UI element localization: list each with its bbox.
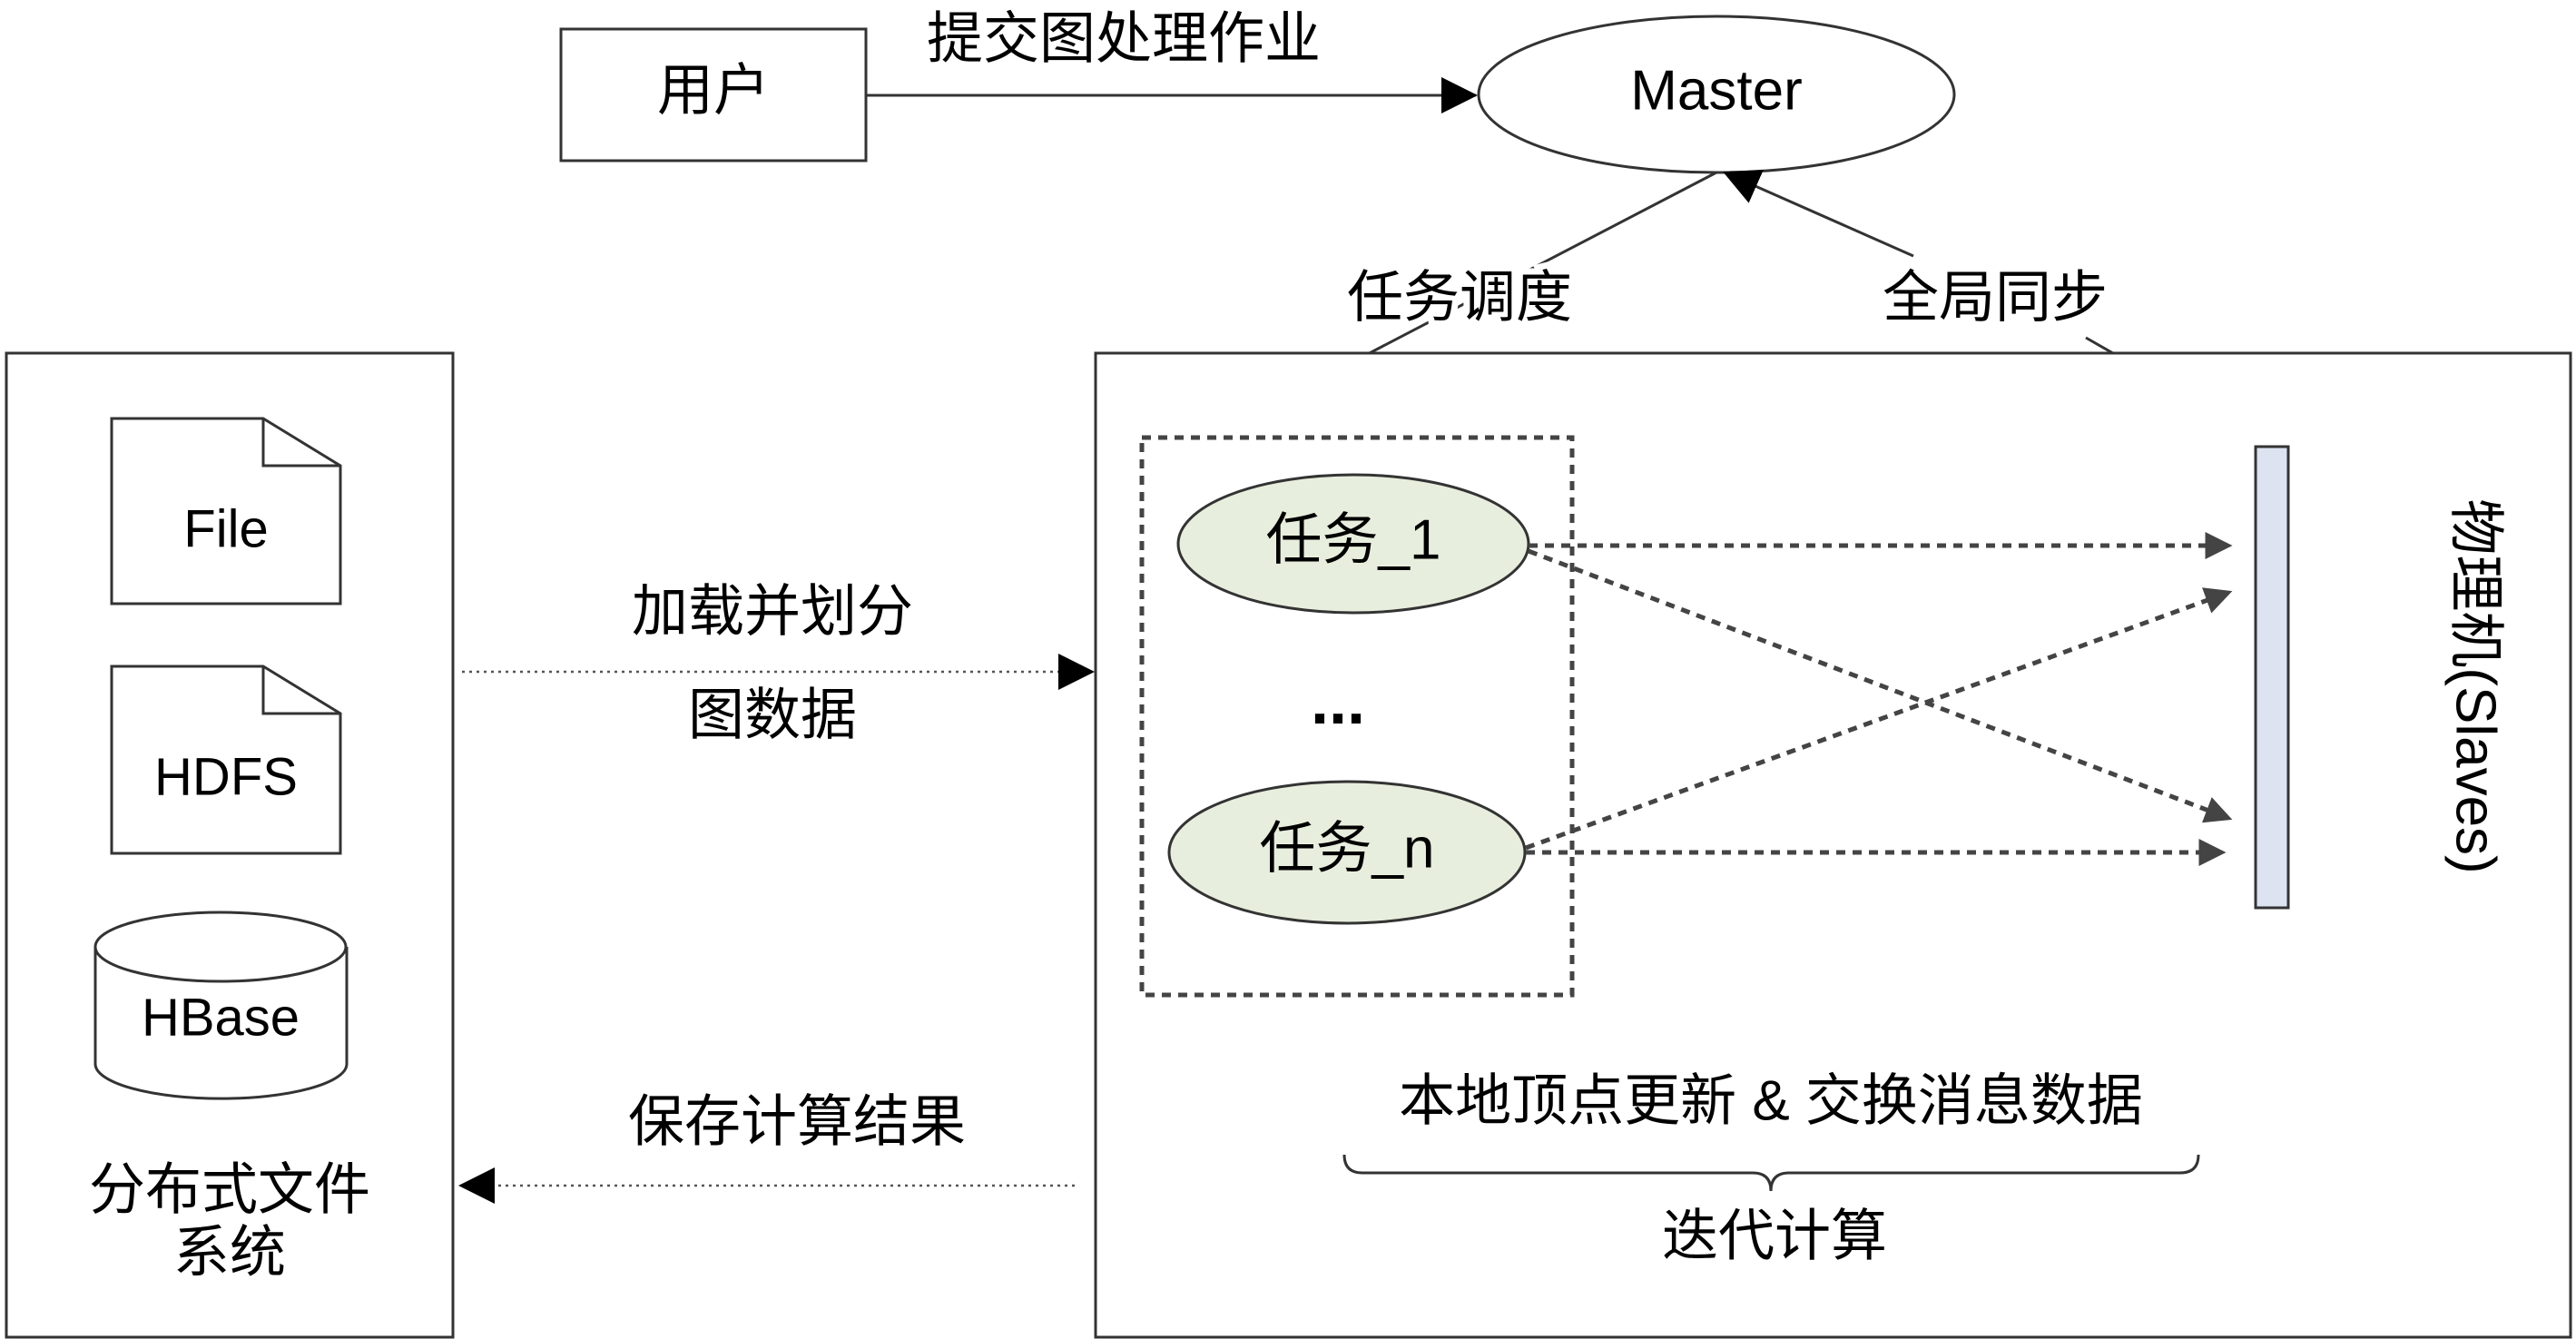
local-update-label: 本地顶点更新 & 交换消息数据	[1399, 1069, 2143, 1132]
task-n-node: 任务_n	[1167, 780, 1527, 925]
graph-processing-architecture-diagram: 用户 Master 提交图处理作业 任务调度 全局同步 File HDFS HB…	[5, 7, 2572, 1339]
task-1-label: 任务_1	[1266, 508, 1441, 571]
file-document-icon: File	[110, 417, 342, 606]
save-results-label: 保存计算结果	[628, 1090, 966, 1153]
task-1-node: 任务_1	[1176, 473, 1530, 615]
slave-machine-bar	[2254, 445, 2290, 910]
dfs-title-line1: 分布式文件	[89, 1158, 370, 1221]
slaves-panel: 任务_1 ... 任务_n 物理机(Slaves) 本地顶点更新 & 交换消息数…	[1094, 351, 2572, 1339]
load-label-line1: 加载并划分	[632, 580, 913, 643]
submit-job-label: 提交图处理作业	[927, 7, 1321, 70]
slaves-label: 物理机(Slaves)	[2444, 498, 2507, 873]
iterative-compute-label: 迭代计算	[1662, 1205, 1887, 1267]
task-schedule-label: 任务调度	[1347, 266, 1572, 329]
hbase-database-icon: HBase	[93, 911, 349, 1100]
user-node: 用户	[559, 27, 868, 162]
load-graph-edge: 加载并划分 图数据	[462, 580, 1095, 746]
hdfs-document-icon: HDFS	[110, 665, 342, 855]
hdfs-label: HDFS	[154, 747, 298, 806]
task-ellipsis: ...	[1311, 665, 1365, 738]
submit-job-edge: 提交图处理作业	[866, 7, 1478, 113]
file-label: File	[183, 499, 268, 558]
master-label: Master	[1630, 59, 1802, 122]
save-results-edge: 保存计算结果	[458, 1090, 1075, 1204]
user-label: 用户	[657, 59, 770, 122]
master-node: Master	[1477, 15, 1956, 174]
load-label-line2: 图数据	[688, 684, 857, 746]
distributed-file-system-panel: File HDFS HBase 分布式文件 系统	[5, 351, 455, 1339]
global-sync-label: 全局同步	[1883, 266, 2108, 329]
hbase-label: HBase	[142, 988, 300, 1047]
dfs-title-line2: 系统	[173, 1221, 286, 1284]
task-n-label: 任务_n	[1260, 817, 1435, 880]
